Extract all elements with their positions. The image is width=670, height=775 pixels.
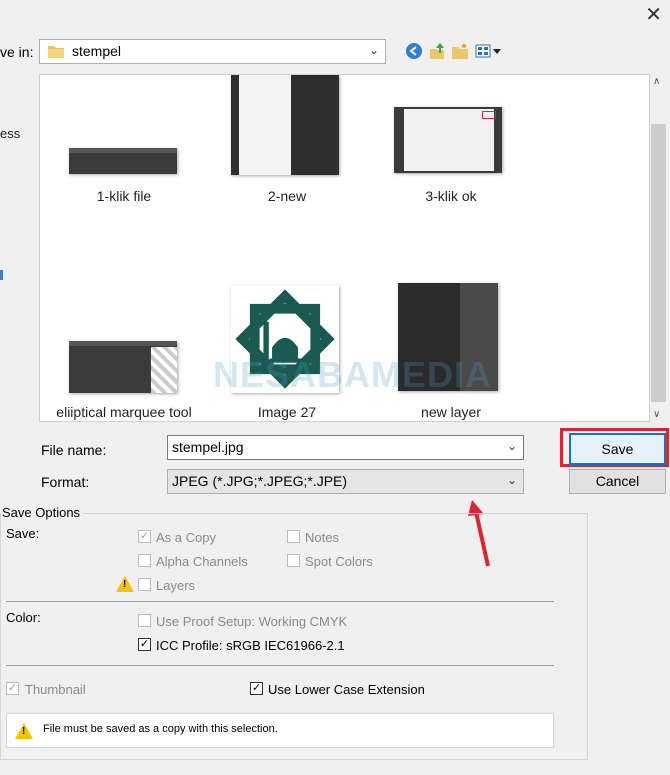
icc-profile-label: ICC Profile: sRGB IEC61966-2.1 <box>156 638 345 653</box>
file-name-label: Image 27 <box>257 404 317 420</box>
new-folder-icon[interactable] <box>451 42 469 60</box>
info-message: File must be saved as a copy with this s… <box>43 723 278 735</box>
save-in-label: ve in: <box>0 44 34 60</box>
spot-colors-label: Spot Colors <box>305 554 373 569</box>
sidebar-fragment: ess <box>0 126 21 141</box>
file-name-label: new layer <box>421 404 481 420</box>
cancel-button[interactable]: Cancel <box>569 469 666 494</box>
as-a-copy-checkbox[interactable]: ✓ <box>138 530 151 543</box>
vertical-scrollbar[interactable]: ∧ ∨ <box>650 74 667 422</box>
file-name-label: 3-klik ok <box>425 188 477 204</box>
chevron-down-icon: ⌄ <box>368 43 379 57</box>
file-thumbnail <box>69 148 177 174</box>
file-item[interactable]: 1-klik file <box>49 75 199 225</box>
separator <box>6 665 554 666</box>
file-name-value: stempel.jpg <box>172 439 244 455</box>
view-menu-icon[interactable] <box>475 42 503 60</box>
icc-profile-checkbox[interactable]: ✓ <box>138 638 151 651</box>
file-name-label: 1-klik file <box>96 188 152 204</box>
back-icon[interactable] <box>405 42 423 60</box>
lower-case-extension-label: Use Lower Case Extension <box>268 682 425 697</box>
format-label: Format: <box>41 474 90 490</box>
alpha-channels-label: Alpha Channels <box>156 554 248 569</box>
file-thumbnail <box>231 75 339 175</box>
notes-label: Notes <box>305 530 339 545</box>
alpha-channels-checkbox[interactable] <box>138 554 151 567</box>
file-thumbnail <box>69 341 177 393</box>
save-button[interactable]: Save <box>569 433 666 465</box>
file-name-label: File name: <box>41 442 107 458</box>
spot-colors-checkbox[interactable] <box>287 554 300 567</box>
lower-case-extension-checkbox[interactable]: ✓ <box>250 682 263 695</box>
layers-checkbox[interactable] <box>138 578 151 591</box>
file-item[interactable]: eliiptical marquee tool <box>49 245 199 420</box>
separator <box>6 601 554 602</box>
file-name-label: 2-new <box>267 188 307 204</box>
layers-label: Layers <box>156 578 196 593</box>
file-thumbnail <box>394 107 502 173</box>
file-name-label: eliiptical marquee tool <box>56 404 192 420</box>
file-name-input[interactable]: stempel.jpg ⌄ <box>167 435 524 460</box>
thumbnail-checkbox[interactable]: ✓ <box>6 682 19 695</box>
use-proof-setup-checkbox[interactable] <box>138 614 151 627</box>
scroll-thumb[interactable] <box>651 124 666 402</box>
format-dropdown[interactable]: JPEG (*.JPG;*.JPEG;*.JPE) ⌄ <box>167 469 524 494</box>
up-one-level-icon[interactable] <box>428 42 446 60</box>
warning-icon: ! <box>116 576 134 592</box>
use-proof-setup-label: Use Proof Setup: Working CMYK <box>156 614 348 629</box>
thumbnail-label: Thumbnail <box>25 682 86 697</box>
warning-icon: ! <box>15 723 33 739</box>
color-label: Color: <box>6 610 41 625</box>
save-label: Save: <box>6 526 40 541</box>
scroll-up-icon[interactable]: ∧ <box>653 76 660 87</box>
info-message-box: ! File must be saved as a copy with this… <box>6 713 554 748</box>
save-in-dropdown[interactable]: stempel ⌄ <box>39 39 386 64</box>
save-in-value: stempel <box>72 43 122 59</box>
save-options-title: Save Options <box>2 505 84 520</box>
format-value: JPEG (*.JPG;*.JPEG;*.JPE) <box>172 473 348 489</box>
chevron-down-icon: ⌄ <box>506 473 517 487</box>
notes-checkbox[interactable] <box>287 530 300 543</box>
chevron-down-icon[interactable]: ⌄ <box>507 439 517 453</box>
folder-icon <box>48 46 64 58</box>
file-item[interactable]: 3-klik ok <box>376 75 526 225</box>
sidebar-marker <box>0 270 3 280</box>
as-a-copy-label: As a Copy <box>156 530 216 545</box>
scroll-down-icon[interactable]: ∨ <box>653 409 660 420</box>
close-icon[interactable]: ✕ <box>645 2 662 27</box>
watermark: NESABAMEDIA <box>213 354 493 395</box>
file-item[interactable]: 2-new <box>212 75 362 225</box>
